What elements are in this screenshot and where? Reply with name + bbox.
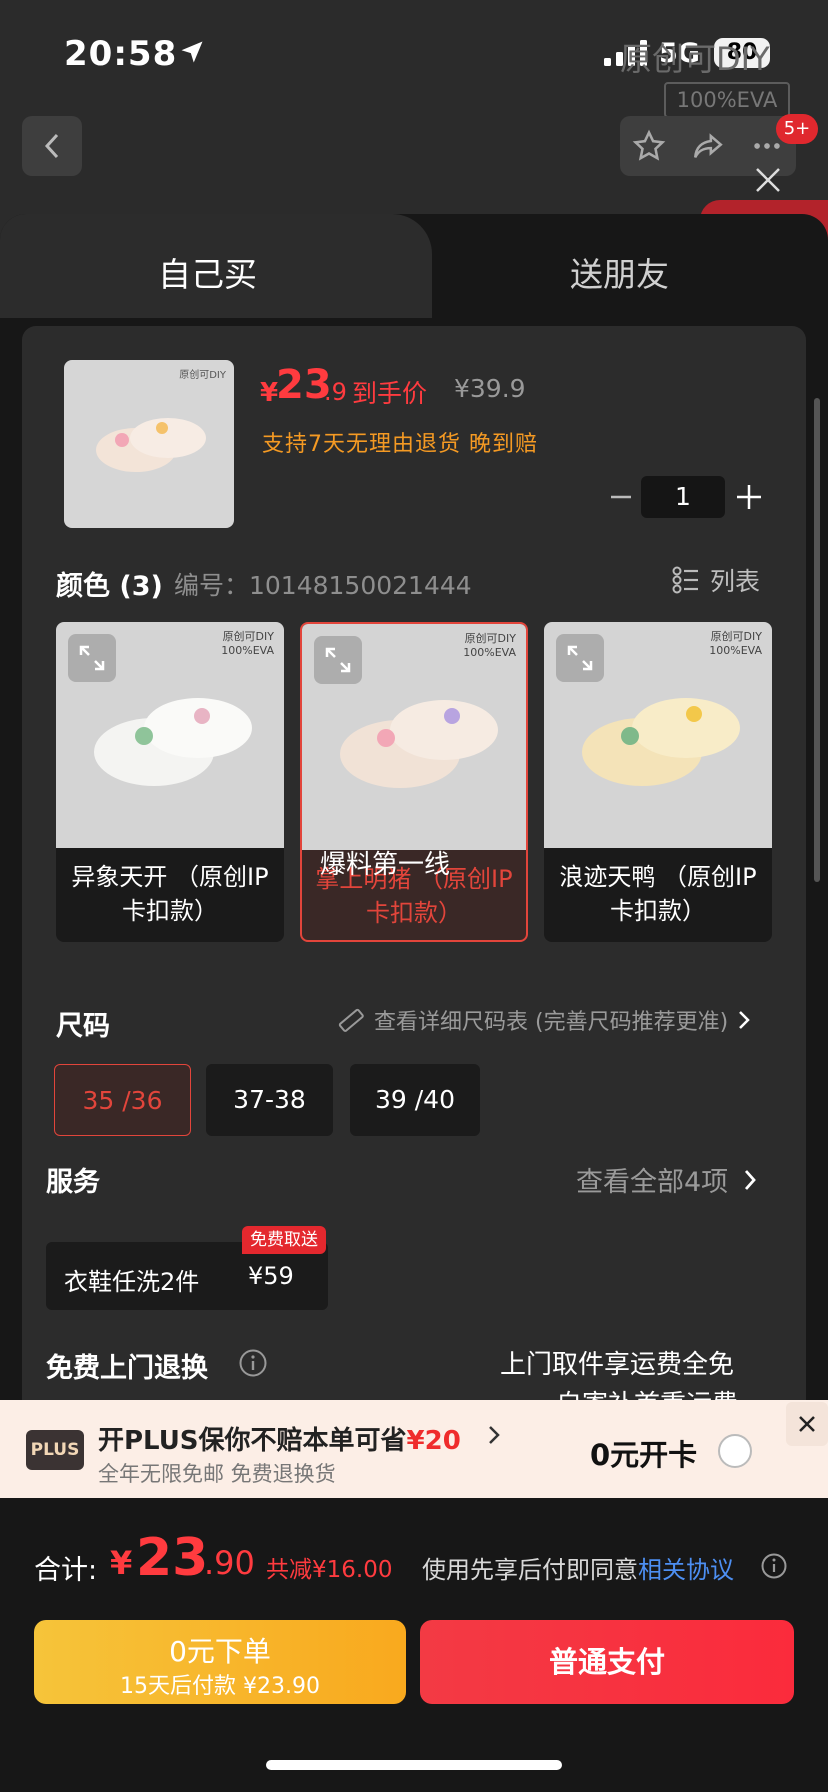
return-service-desc: 上门取件享运费全免	[500, 1350, 735, 1380]
plus-benefits: 全年无限免邮 免费退换货	[98, 1462, 336, 1486]
list-view-label: 列表	[710, 567, 761, 596]
plus-logo: PLUS	[26, 1430, 84, 1470]
price-decimal: .9	[324, 378, 347, 406]
size-chart-link[interactable]: 查看详细尺码表 (完善尺码推荐更准)	[336, 1004, 752, 1036]
scrollbar[interactable]	[814, 398, 820, 882]
list-icon	[672, 566, 698, 594]
chevron-right-icon	[739, 1011, 750, 1029]
checkout-bar: 合计: ¥ 23 .90 共减¥16.00 使用先享后付即同意相关协议 0元下单…	[0, 1498, 828, 1792]
image-brand-text: 原创可DIY 100%EVA	[221, 630, 274, 657]
watermark-text: 爆料第一线	[320, 850, 451, 880]
agreement-link[interactable]: 相关协议	[638, 1556, 734, 1584]
total-integer: 23	[136, 1528, 209, 1588]
color-option[interactable]: 原创可DIY 100%EVA 异象天开 （原创IP卡扣款）	[56, 622, 284, 942]
thumbnail-brand: 原创可DIY	[179, 370, 226, 381]
expand-icon[interactable]	[556, 634, 604, 682]
plus-opt-in-radio[interactable]	[718, 1434, 752, 1468]
status-time: 20:58	[64, 34, 178, 74]
size-option[interactable]: 39 /40	[350, 1064, 480, 1136]
ruler-icon	[338, 1008, 364, 1032]
total-decimal: .90	[204, 1544, 255, 1582]
return-promise: 支持7天无理由退货 晚到赔	[262, 432, 538, 457]
close-sheet-icon[interactable]	[752, 164, 784, 196]
color-option[interactable]: 原创可DIY 100%EVA 浪迹天鸭 （原创IP卡扣款）	[544, 622, 772, 942]
background-eva-tag: 100%EVA	[664, 82, 790, 118]
color-option-selected[interactable]: 原创可DIY 100%EVA 掌上明猪 （原创IP卡扣款）	[300, 622, 528, 942]
image-brand-text: 原创可DIY 100%EVA	[463, 632, 516, 659]
plus-offer-text: 开PLUS保你不赔本单可省¥20	[98, 1426, 461, 1456]
size-option-selected[interactable]: 35 /36	[54, 1064, 191, 1136]
location-arrow-icon	[181, 41, 203, 63]
plus-open-card-label: 0元开卡	[590, 1438, 698, 1472]
close-icon	[799, 1416, 815, 1432]
back-button[interactable]	[22, 116, 82, 176]
quantity-input[interactable]: 1	[641, 476, 725, 518]
image-brand-text: 原创可DIY 100%EVA	[709, 630, 762, 657]
service-name: 衣鞋任洗2件	[64, 1268, 200, 1296]
quantity-minus-button[interactable]	[608, 482, 634, 512]
sku-number: 编号：10148150021444	[174, 571, 472, 600]
chevron-right-icon	[489, 1426, 500, 1444]
quantity-plus-button[interactable]	[734, 482, 764, 512]
product-thumbnail[interactable]: 原创可DIY	[64, 360, 234, 528]
expand-icon[interactable]	[68, 634, 116, 682]
total-label: 合计:	[34, 1555, 98, 1586]
shoe-image	[96, 418, 206, 472]
view-all-services-link[interactable]: 查看全部4项	[576, 1160, 758, 1199]
plus-membership-banner[interactable]: PLUS 开PLUS保你不赔本单可省¥20 全年无限免邮 免费退换货 0元开卡	[0, 1400, 828, 1498]
message-badge: 5+	[776, 114, 818, 144]
original-price: ¥39.9	[454, 374, 526, 403]
chevron-right-icon	[745, 1169, 757, 1190]
service-price: ¥59	[248, 1262, 294, 1290]
pay-later-label: 0元下单	[169, 1635, 271, 1668]
pay-later-detail: 15天后付款 ¥23.90	[120, 1674, 320, 1699]
list-view-toggle[interactable]: 列表	[672, 562, 760, 598]
color-option-label: 异象天开 （原创IP卡扣款）	[71, 863, 269, 925]
size-chart-label: 查看详细尺码表 (完善尺码推荐更准)	[374, 1010, 729, 1035]
size-section-title: 尺码	[56, 1011, 110, 1042]
normal-pay-button[interactable]: 普通支付	[420, 1620, 794, 1704]
size-option[interactable]: 37-38	[206, 1064, 333, 1136]
service-section-title: 服务	[46, 1167, 100, 1198]
agreement-text: 使用先享后付即同意相关协议	[422, 1556, 734, 1584]
final-price-label: 到手价	[352, 379, 428, 408]
expand-icon[interactable]	[314, 636, 362, 684]
free-pickup-badge: 免费取送	[242, 1226, 326, 1254]
view-all-services-label: 查看全部4项	[576, 1167, 729, 1198]
pay-later-button[interactable]: 0元下单 15天后付款 ¥23.90	[34, 1620, 406, 1704]
tab-gift-friend[interactable]: 送朋友	[570, 248, 669, 296]
return-service-title: 免费上门退换	[46, 1353, 208, 1384]
tab-buy-self-label[interactable]: 自己买	[158, 248, 257, 296]
info-icon[interactable]	[238, 1348, 268, 1378]
background-product-title: 原创可DIY	[620, 40, 770, 78]
total-currency: ¥	[110, 1544, 133, 1582]
color-option-label: 浪迹天鸭 （原创IP卡扣款）	[559, 863, 757, 925]
share-icon[interactable]	[691, 129, 725, 163]
purchase-tabs: 自己买 送朋友	[0, 214, 828, 318]
star-icon[interactable]	[632, 129, 666, 163]
chevron-left-icon	[44, 133, 59, 159]
color-section-title: 颜色 (3)	[56, 571, 163, 602]
total-saved: 共减¥16.00	[266, 1557, 393, 1583]
home-indicator[interactable]	[266, 1760, 562, 1770]
close-plus-banner-button[interactable]	[786, 1402, 828, 1446]
info-icon[interactable]	[760, 1552, 788, 1580]
